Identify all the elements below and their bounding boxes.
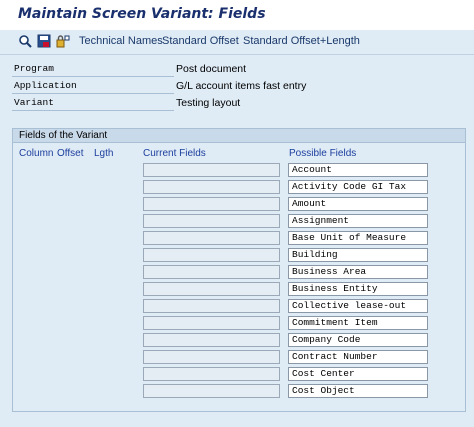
current-field-slot[interactable] bbox=[143, 350, 280, 364]
application-label: Application bbox=[12, 79, 174, 94]
current-field-slot[interactable] bbox=[143, 367, 280, 381]
current-field-slot[interactable] bbox=[143, 248, 280, 262]
current-field-slot[interactable] bbox=[143, 214, 280, 228]
technical-names-button[interactable]: Technical Names bbox=[79, 35, 163, 47]
display-icon[interactable] bbox=[18, 34, 32, 48]
current-field-slot[interactable] bbox=[143, 163, 280, 177]
possible-field-contract-number[interactable]: Contract Number bbox=[288, 350, 428, 364]
current-field-slot[interactable] bbox=[143, 231, 280, 245]
group-title: Fields of the Variant bbox=[13, 129, 465, 143]
save-icon[interactable] bbox=[37, 34, 51, 48]
column-header-possible-fields: Possible Fields bbox=[289, 148, 357, 159]
possible-field-account[interactable]: Account bbox=[288, 163, 428, 177]
current-field-slot[interactable] bbox=[143, 197, 280, 211]
current-field-slot[interactable] bbox=[143, 265, 280, 279]
possible-field-assignment[interactable]: Assignment bbox=[288, 214, 428, 228]
program-label: Program bbox=[12, 62, 174, 77]
possible-field-cost-object[interactable]: Cost Object bbox=[288, 384, 428, 398]
column-header-offset: Offset bbox=[57, 148, 84, 159]
program-value: Post document bbox=[176, 63, 247, 75]
current-field-slot[interactable] bbox=[143, 384, 280, 398]
possible-field-building[interactable]: Building bbox=[288, 248, 428, 262]
standard-offset-button[interactable]: Standard Offset bbox=[162, 35, 239, 47]
possible-field-business-area[interactable]: Business Area bbox=[288, 265, 428, 279]
possible-field-company-code[interactable]: Company Code bbox=[288, 333, 428, 347]
variant-value: Testing layout bbox=[176, 97, 241, 109]
current-field-slot[interactable] bbox=[143, 299, 280, 313]
current-field-slot[interactable] bbox=[143, 333, 280, 347]
possible-field-base-unit-of-measure[interactable]: Base Unit of Measure bbox=[288, 231, 428, 245]
possible-field-commitment-item[interactable]: Commitment Item bbox=[288, 316, 428, 330]
current-field-slot[interactable] bbox=[143, 180, 280, 194]
current-field-slot[interactable] bbox=[143, 316, 280, 330]
application-toolbar: Technical Names Standard Offset Standard… bbox=[0, 30, 474, 55]
title-bar: Maintain Screen Variant: Fields bbox=[0, 0, 474, 31]
possible-field-cost-center[interactable]: Cost Center bbox=[288, 367, 428, 381]
fields-of-variant-group: Fields of the Variant Column Offset Lgth… bbox=[12, 128, 466, 412]
application-value: G/L account items fast entry bbox=[176, 80, 307, 92]
current-field-slot[interactable] bbox=[143, 282, 280, 296]
permission-icon[interactable] bbox=[56, 34, 70, 48]
possible-field-activity-code-gi-tax[interactable]: Activity Code GI Tax bbox=[288, 180, 428, 194]
standard-offset-length-button[interactable]: Standard Offset+Length bbox=[243, 35, 360, 47]
column-header-current-fields: Current Fields bbox=[143, 148, 206, 159]
column-header-column: Column bbox=[19, 148, 54, 159]
column-header-length: Lgth bbox=[94, 148, 114, 159]
possible-field-collective-lease-out[interactable]: Collective lease-out bbox=[288, 299, 428, 313]
possible-field-business-entity[interactable]: Business Entity bbox=[288, 282, 428, 296]
possible-field-amount[interactable]: Amount bbox=[288, 197, 428, 211]
variant-label: Variant bbox=[12, 96, 174, 111]
page-title: Maintain Screen Variant: Fields bbox=[18, 6, 266, 22]
